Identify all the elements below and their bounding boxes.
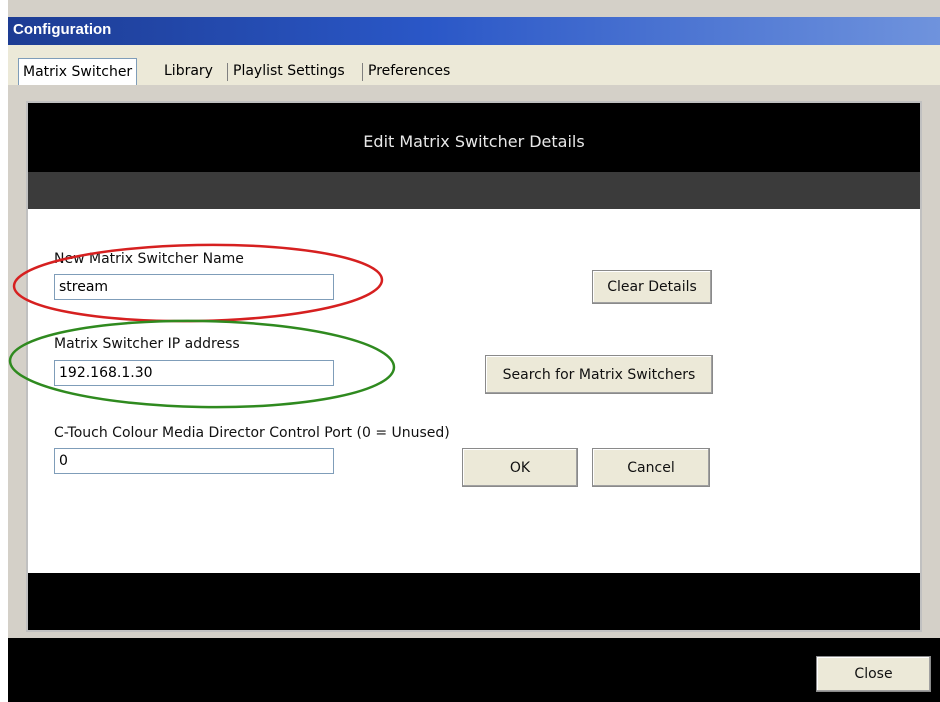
- panel-heading: Edit Matrix Switcher Details: [363, 132, 585, 151]
- control-port-input[interactable]: [54, 448, 334, 474]
- name-label: New Matrix Switcher Name: [54, 251, 244, 267]
- control-port-label: C-Touch Colour Media Director Control Po…: [54, 425, 450, 441]
- configuration-window: Configuration Matrix Switcher Library Pl…: [8, 0, 940, 702]
- close-button[interactable]: Close: [816, 656, 931, 692]
- tab-playlist-settings[interactable]: Playlist Settings: [229, 60, 349, 82]
- panel-header: Edit Matrix Switcher Details: [28, 103, 920, 172]
- switcher-details-form: New Matrix Switcher Name Clear Details M…: [28, 209, 920, 573]
- ok-button[interactable]: OK: [462, 448, 578, 487]
- tab-separator: [362, 63, 363, 81]
- ip-address-input[interactable]: [54, 360, 334, 386]
- tab-library[interactable]: Library: [160, 60, 217, 82]
- search-matrix-switchers-button[interactable]: Search for Matrix Switchers: [485, 355, 713, 394]
- ip-label: Matrix Switcher IP address: [54, 336, 240, 352]
- clear-details-button[interactable]: Clear Details: [592, 270, 712, 304]
- window-title: Configuration: [13, 21, 112, 38]
- tab-separator: [227, 63, 228, 81]
- title-bar: Configuration: [8, 17, 940, 45]
- tab-preferences[interactable]: Preferences: [364, 60, 454, 82]
- matrix-switcher-name-input[interactable]: [54, 274, 334, 300]
- tab-matrix-switcher[interactable]: Matrix Switcher: [18, 58, 138, 85]
- header-divider-bar: [28, 172, 920, 209]
- footer-area: [8, 638, 940, 702]
- cancel-button[interactable]: Cancel: [592, 448, 710, 487]
- tab-bar: Matrix Switcher Library Playlist Setting…: [8, 45, 940, 85]
- matrix-switcher-panel: Edit Matrix Switcher Details New Matrix …: [26, 101, 922, 632]
